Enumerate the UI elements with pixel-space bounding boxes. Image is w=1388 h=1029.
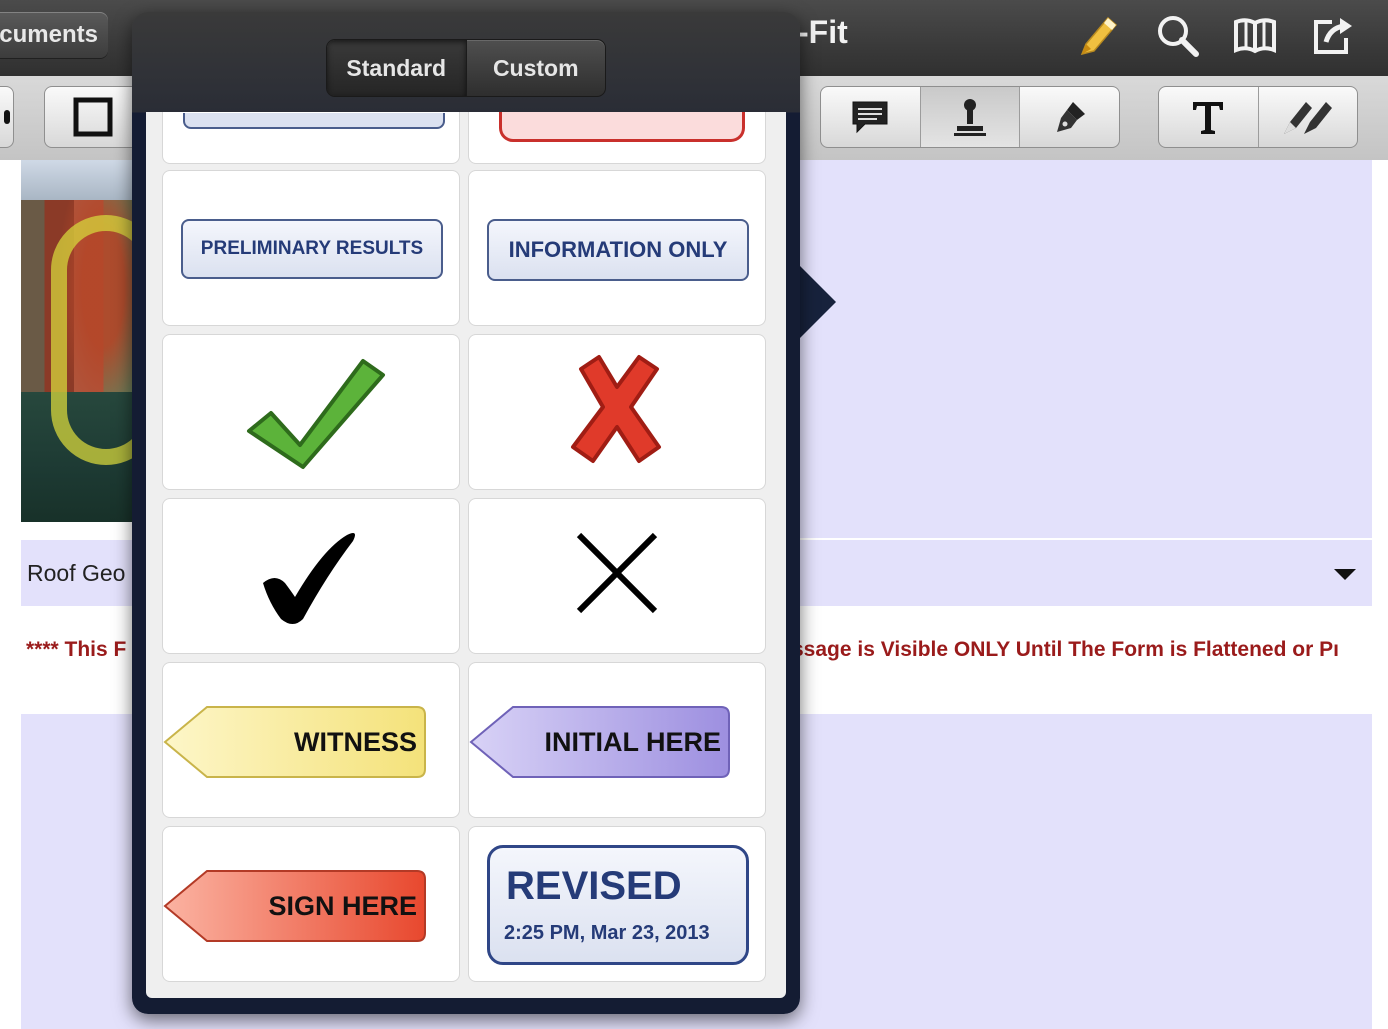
green-check-icon — [247, 359, 385, 469]
notice-text-left: **** This F — [26, 638, 127, 661]
share-icon[interactable] — [1308, 10, 1358, 60]
stamp-initial-here[interactable]: INITIAL HERE — [468, 662, 766, 818]
initial-here-label: INITIAL HERE — [544, 727, 721, 757]
search-icon[interactable] — [1152, 10, 1202, 60]
revised-label: REVISED — [506, 864, 682, 908]
highlighter-icon[interactable] — [1072, 10, 1122, 60]
pen-nib-icon — [1056, 102, 1085, 132]
tab-standard[interactable]: Standard — [327, 40, 466, 96]
stamp-witness[interactable]: WITNESS — [162, 662, 460, 818]
field-label: Roof Geo — [27, 560, 126, 586]
witness-label: WITNESS — [293, 727, 417, 757]
pen-tool[interactable] — [1020, 87, 1119, 147]
comment-tool[interactable] — [821, 87, 921, 147]
markup-tool-group — [820, 86, 1120, 148]
square-shape-button[interactable] — [44, 86, 142, 148]
stamp-preliminary-results[interactable]: PRELIMINARY RESULTS — [162, 170, 460, 326]
stamp-black-x[interactable] — [468, 498, 766, 654]
text-tool-group — [1158, 86, 1358, 148]
revised-date: 2:25 PM, Mar 23, 2013 — [504, 922, 710, 944]
stamp-popover: Standard Custom PRELIMINARY RESULTS INFO… — [132, 12, 800, 1014]
red-x-icon — [571, 355, 661, 463]
stamp-green-check[interactable] — [162, 334, 460, 490]
comment-icon — [852, 101, 888, 134]
stamp-sign-here[interactable]: SIGN HERE — [162, 826, 460, 982]
toolbar-left-button[interactable] — [0, 86, 14, 148]
sign-here-label: SIGN HERE — [268, 891, 417, 921]
house-photo — [21, 160, 161, 522]
stamp-tool[interactable] — [920, 87, 1021, 147]
black-check-icon — [263, 533, 355, 624]
square-shape-icon — [73, 97, 113, 137]
revised-stamp-box: REVISED 2:25 PM, Mar 23, 2013 — [487, 845, 749, 965]
stamp-icon — [954, 99, 986, 136]
document-title: -Fit — [798, 14, 848, 50]
black-x-icon — [576, 532, 658, 614]
dropdown-arrow-icon[interactable] — [1334, 569, 1356, 580]
stamp-information-only[interactable]: INFORMATION ONLY — [468, 170, 766, 326]
tab-custom[interactable]: Custom — [467, 40, 606, 96]
stamp-red-x[interactable] — [468, 334, 766, 490]
notice-text-right: ssage is Visible ONLY Until The Form is … — [792, 638, 1339, 661]
book-icon[interactable] — [1230, 10, 1280, 60]
text-icon — [1193, 102, 1224, 134]
form-field-area[interactable] — [800, 160, 1372, 538]
stamp-type-segmented-control: Standard Custom — [326, 39, 606, 97]
signature-tool[interactable] — [1259, 87, 1358, 147]
stamp-cell-partial-left[interactable] — [162, 112, 460, 164]
stamp-cell-void[interactable] — [468, 112, 766, 164]
signature-pen-icon — [1283, 102, 1332, 134]
popover-pointer — [796, 262, 836, 342]
stamp-black-check[interactable] — [162, 498, 460, 654]
preliminary-results-label: PRELIMINARY RESULTS — [181, 219, 443, 279]
information-only-label: INFORMATION ONLY — [487, 219, 749, 281]
stamp-grid: PRELIMINARY RESULTS INFORMATION ONLY WIT… — [146, 112, 786, 998]
documents-button[interactable]: cuments — [0, 12, 108, 58]
popover-header: Standard Custom — [132, 12, 800, 112]
stamp-revised[interactable]: REVISED 2:25 PM, Mar 23, 2013 — [468, 826, 766, 982]
text-tool[interactable] — [1159, 87, 1259, 147]
